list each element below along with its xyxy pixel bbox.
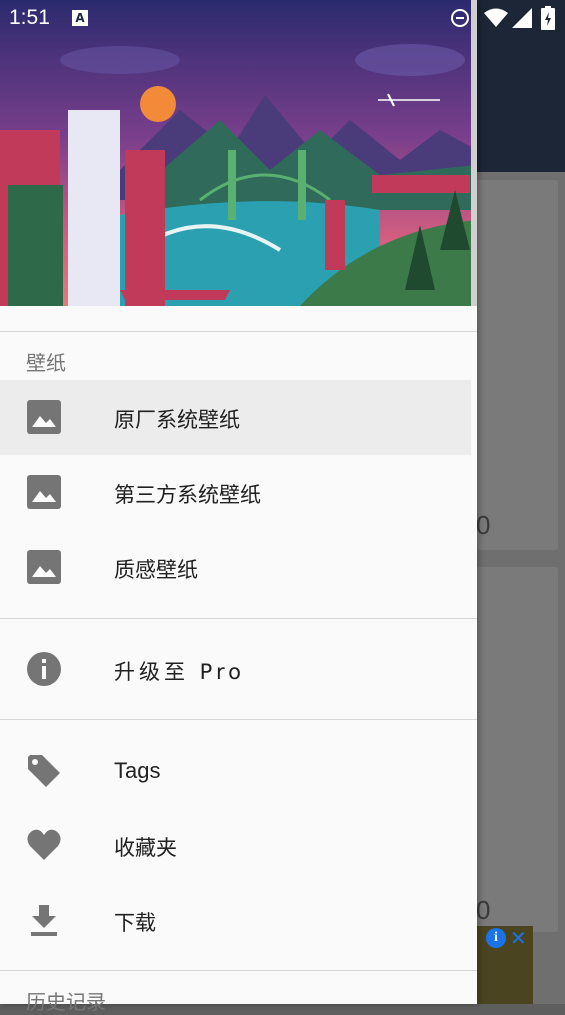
status-bar: 1:51 A (0, 0, 565, 38)
navigation-drawer: 壁纸 原厂系统壁纸 第三方系统壁纸 质感壁纸 升级至 Pro Tags 收藏夹 … (0, 0, 477, 1014)
menu-item-label: 质感壁纸 (114, 558, 198, 582)
status-time: 1:51 (9, 6, 50, 29)
card-count: 0 (476, 895, 491, 925)
menu-item-label: 第三方系统壁纸 (114, 483, 261, 507)
tag-icon (28, 755, 60, 787)
menu-item-label: 升级至 Pro (114, 660, 245, 684)
divider (0, 970, 477, 971)
drawer-header-image (0, 0, 477, 306)
divider (0, 719, 477, 720)
menu-item-label: 收藏夹 (114, 836, 177, 860)
heart-icon (27, 829, 61, 860)
menu-item-label: 原厂系统壁纸 (114, 408, 240, 432)
image-icon (27, 400, 61, 434)
card-count: 0 (476, 510, 491, 540)
dnd-icon (451, 9, 469, 27)
menu-item-favorites[interactable]: 收藏夹 (0, 808, 471, 883)
menu-item-third-party-wallpapers[interactable]: 第三方系统壁纸 (0, 455, 471, 530)
divider (0, 618, 477, 619)
divider (0, 331, 477, 332)
drawer-scrollbar[interactable] (471, 0, 477, 306)
section-title-wallpapers: 壁纸 (26, 351, 66, 375)
city-illustration (0, 0, 477, 306)
text-a-icon: A (72, 10, 88, 26)
download-icon (31, 905, 57, 936)
menu-item-downloads[interactable]: 下载 (0, 883, 471, 958)
menu-item-label: Tags (114, 758, 161, 783)
image-icon (27, 475, 61, 509)
menu-item-label: 下载 (114, 911, 156, 935)
menu-item-upgrade-pro[interactable]: 升级至 Pro (0, 632, 471, 707)
signal-icon (512, 8, 532, 28)
wifi-icon (484, 8, 508, 27)
image-icon (27, 550, 61, 584)
wallpaper-card[interactable] (476, 567, 558, 932)
ad-info-icon[interactable]: i (486, 928, 506, 948)
menu-item-tags[interactable]: Tags (0, 734, 471, 809)
section-title-history: 历史记录 (26, 990, 106, 1014)
ad-close-icon[interactable]: ✕ (510, 926, 527, 950)
menu-item-material-wallpapers[interactable]: 质感壁纸 (0, 530, 471, 605)
info-icon (27, 652, 61, 686)
menu-item-stock-wallpapers[interactable]: 原厂系统壁纸 (0, 380, 471, 455)
wallpaper-card[interactable] (476, 180, 558, 550)
battery-icon (541, 6, 555, 30)
